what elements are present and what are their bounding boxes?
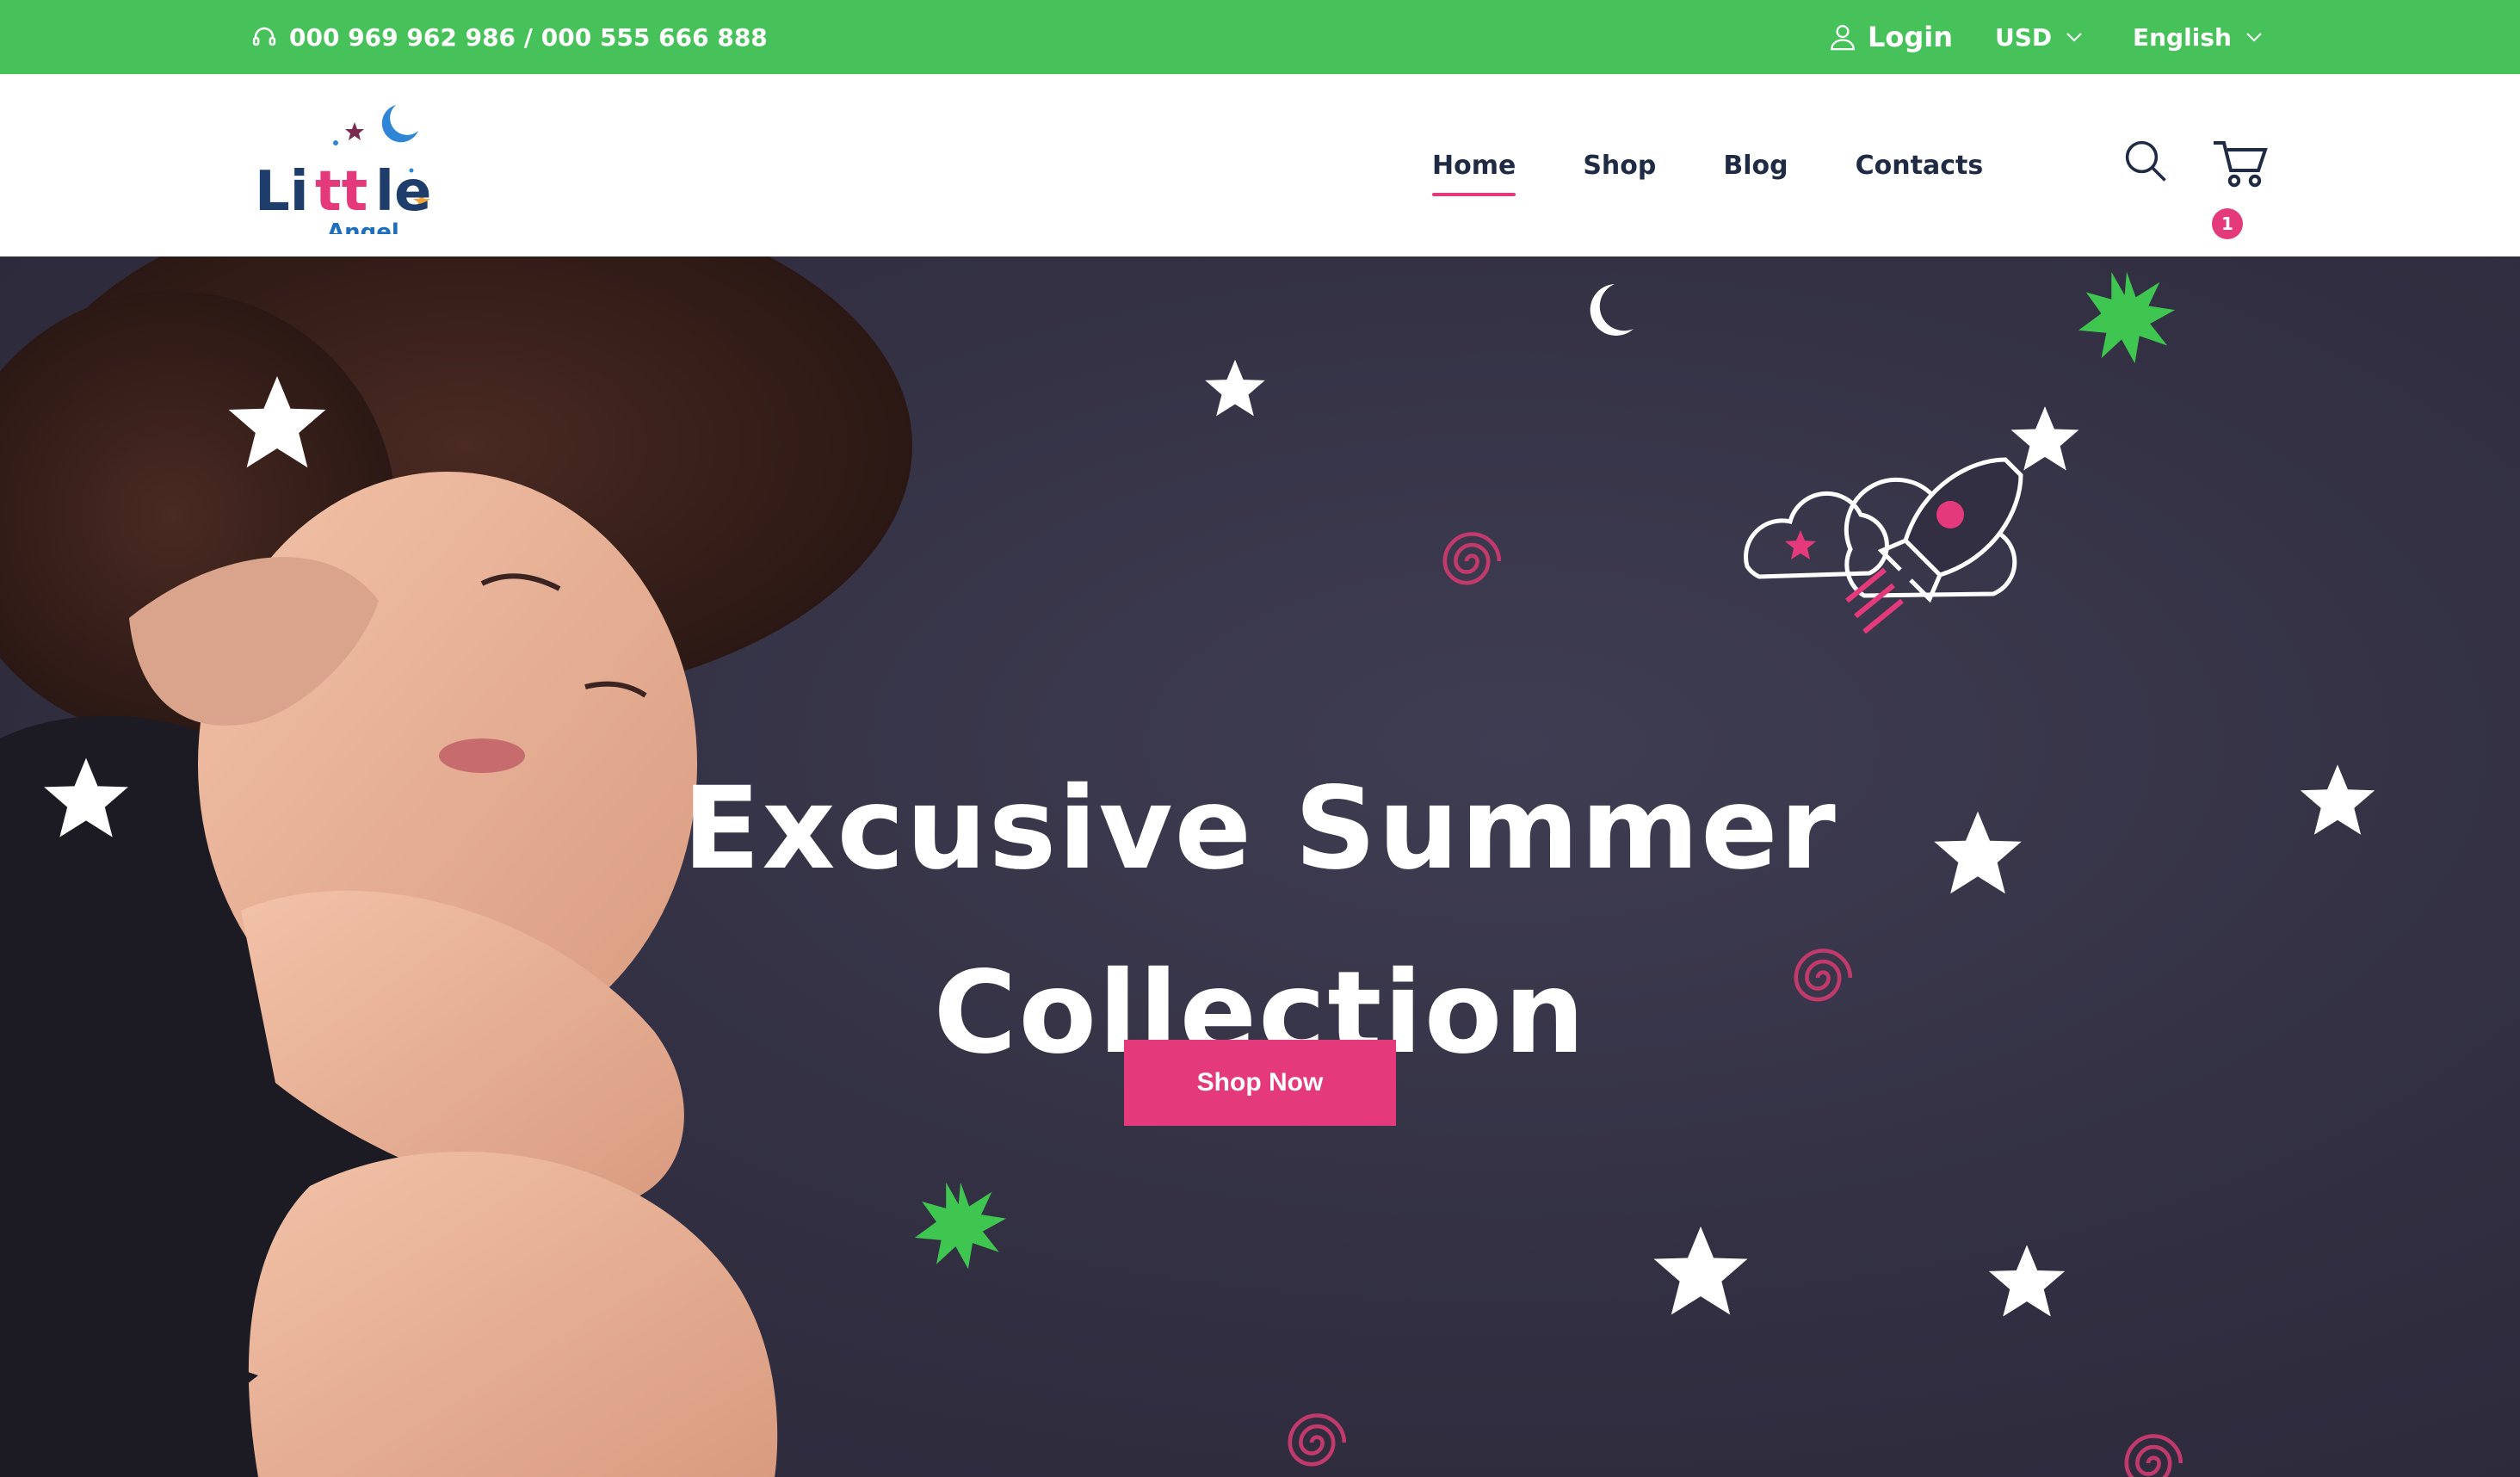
login-link[interactable]: Login	[1828, 0, 1953, 74]
moon-icon	[381, 105, 418, 143]
nav-item-shop[interactable]: Shop	[1583, 151, 1656, 181]
main-nav: Home Shop Blog Contacts	[1432, 74, 2050, 256]
svg-text:tt: tt	[315, 160, 368, 224]
nav-item-blog[interactable]: Blog	[1723, 151, 1788, 181]
language-value: English	[2133, 22, 2232, 52]
search-icon[interactable]	[2122, 138, 2169, 184]
logo-sub: Angel	[327, 219, 399, 234]
site-header: Li tt le Angel Home Shop Blog Contacts 1	[0, 74, 2520, 256]
star-icon	[345, 122, 364, 140]
currency-value: USD	[1995, 22, 2053, 52]
user-icon	[1831, 25, 1855, 51]
nav-item-contacts[interactable]: Contacts	[1856, 151, 1984, 181]
contact-phone: 000 969 962 986 / 000 555 666 888	[251, 0, 768, 74]
language-dropdown[interactable]: English	[2133, 0, 2263, 74]
nav-item-home[interactable]: Home	[1432, 151, 1516, 196]
login-label: Login	[1868, 21, 1954, 53]
headset-icon	[252, 27, 276, 46]
hero-title-line1: Excusive Summer	[682, 763, 1838, 896]
top-bar: 000 969 962 986 / 000 555 666 888 Login …	[0, 0, 2520, 74]
moon-icon	[1590, 284, 1634, 336]
chevron-down-icon	[2246, 33, 2262, 42]
svg-text:Li: Li	[255, 160, 309, 224]
cart-icon[interactable]	[2210, 133, 2272, 191]
phone-numbers: 000 969 962 986 / 000 555 666 888	[289, 22, 768, 52]
rocket-cloud-icon	[1744, 457, 2023, 603]
currency-dropdown[interactable]: USD	[1995, 0, 2083, 74]
cart-count-badge: 1	[2212, 208, 2243, 239]
site-logo[interactable]: Li tt le Angel	[250, 96, 439, 234]
hero-banner: Excusive Summer Collection Shop Now	[0, 256, 2520, 1477]
shop-now-button[interactable]: Shop Now	[1124, 1040, 1396, 1126]
chevron-down-icon	[2066, 33, 2082, 42]
svg-text:le: le	[375, 160, 431, 224]
